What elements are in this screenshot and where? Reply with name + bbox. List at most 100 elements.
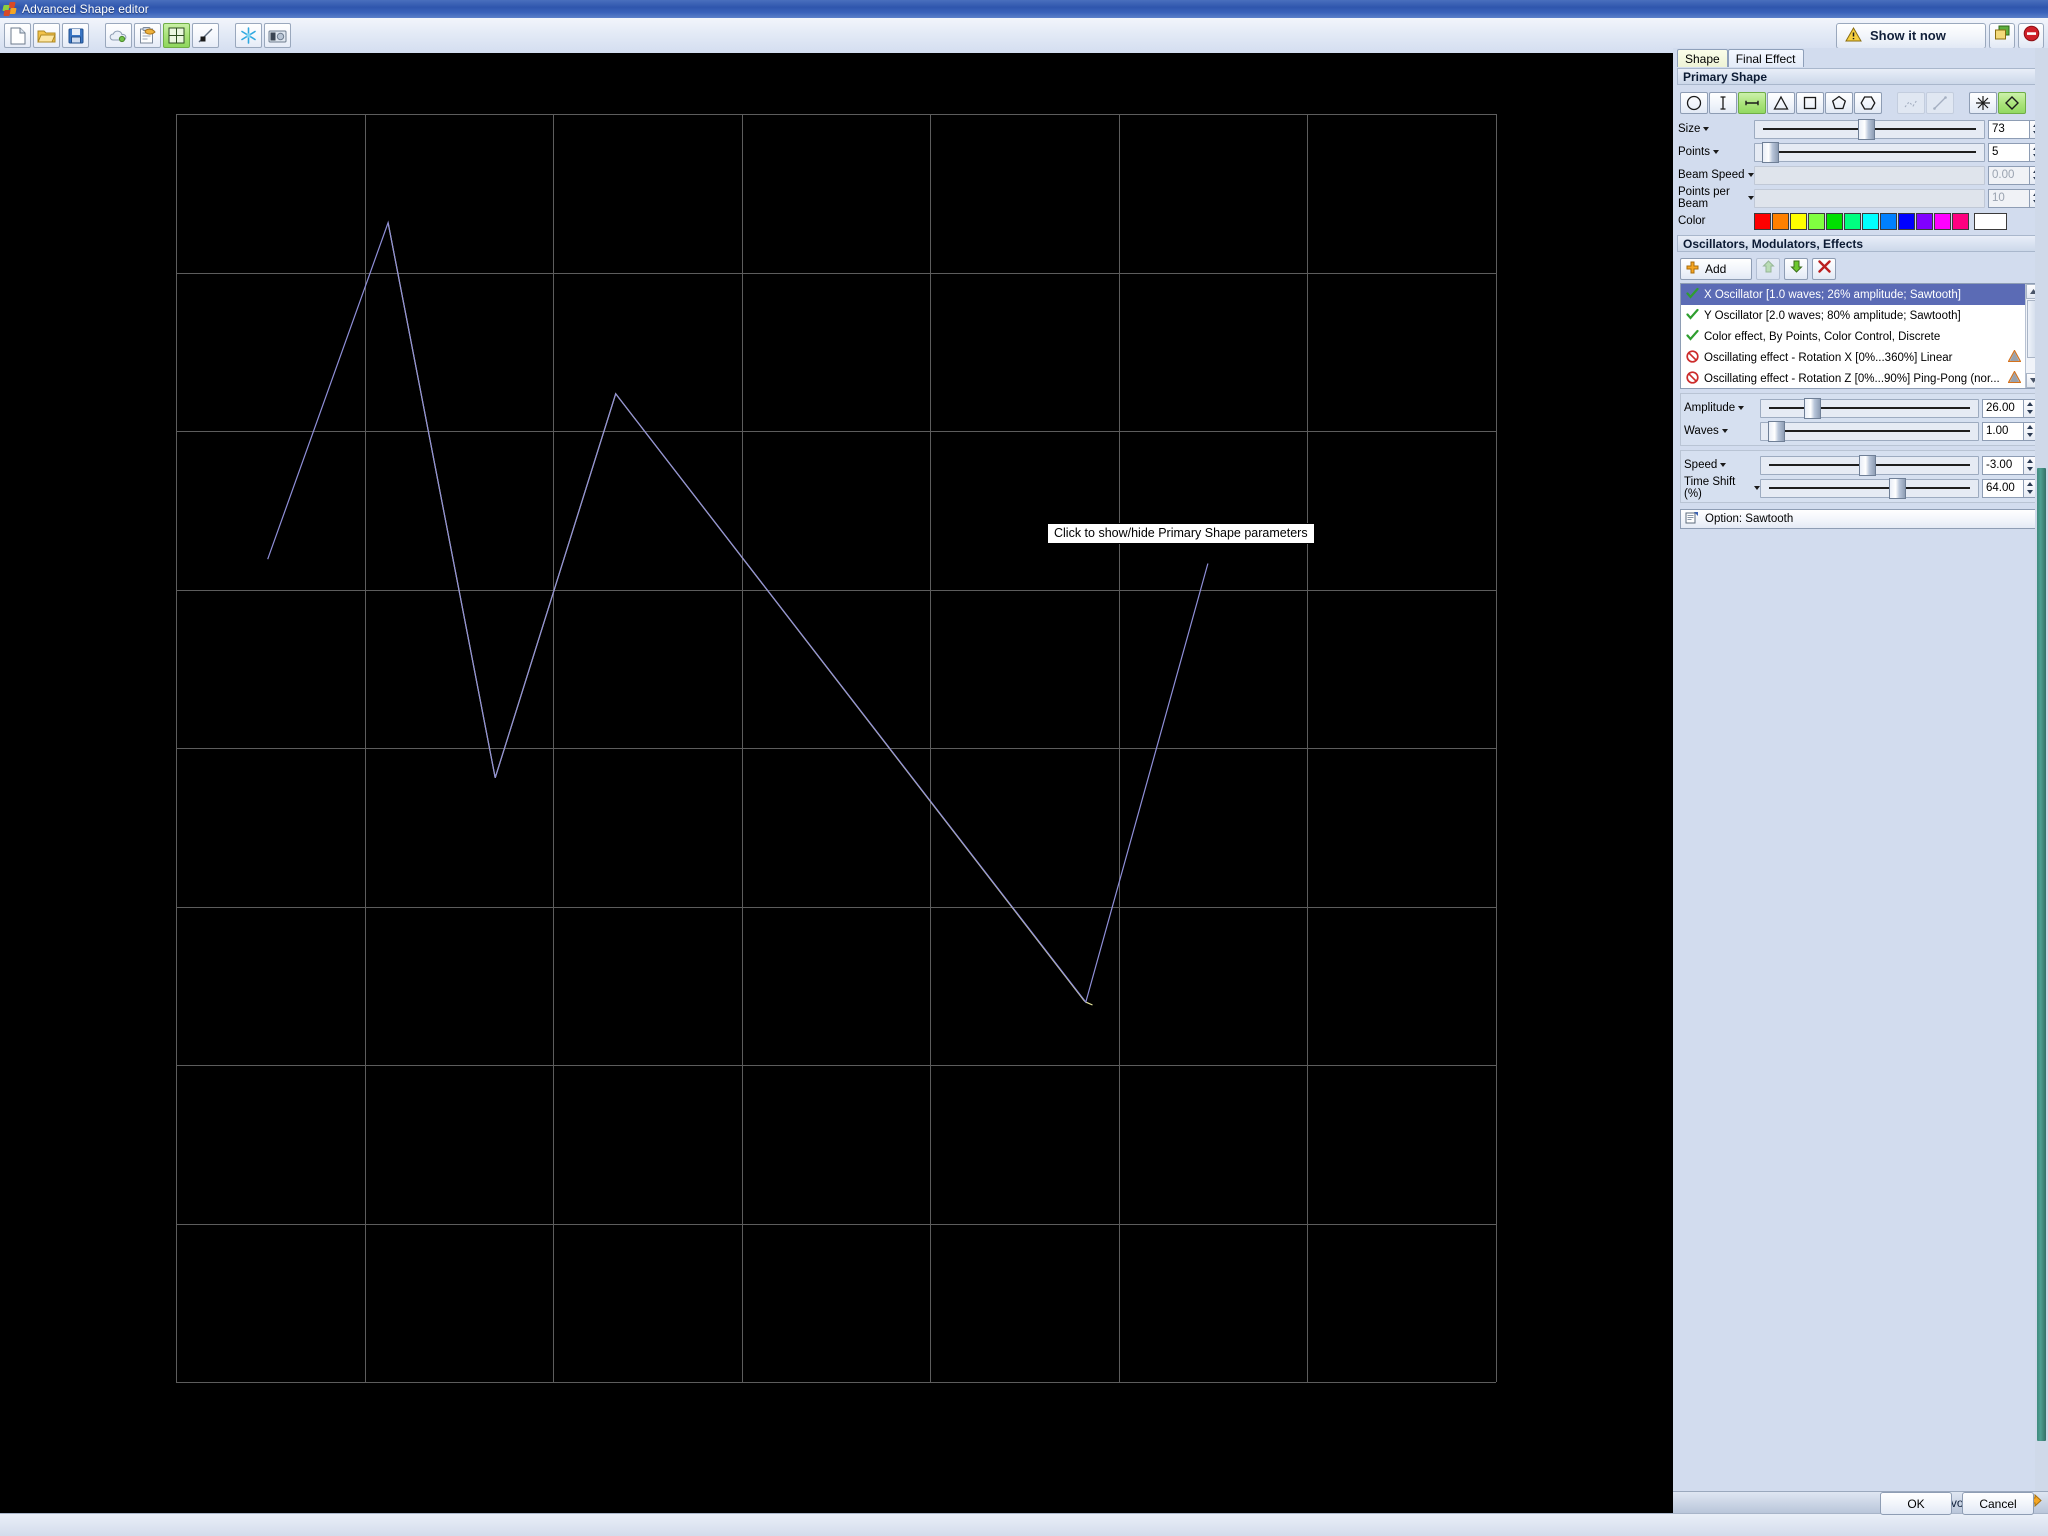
shape-circle-button[interactable] <box>1680 92 1708 114</box>
red-prohibited-icon[interactable] <box>1686 371 1699 387</box>
new-file-button[interactable] <box>4 23 31 48</box>
color-swatch[interactable] <box>1898 213 1915 230</box>
shape-param-points-per-beam-value-field: 10 <box>1988 189 2030 208</box>
color-swatch[interactable] <box>1808 213 1825 230</box>
effect-list-item-label: X Oscillator [1.0 waves; 26% amplitude; … <box>1704 289 1961 301</box>
shape-param-size-slider[interactable] <box>1754 120 1985 139</box>
stepper-up-icon[interactable] <box>2027 402 2033 406</box>
chevron-down-icon[interactable] <box>1720 463 1726 467</box>
osc-param-time-shift-value-field[interactable]: 64.00 <box>1982 479 2024 498</box>
effect-list-item[interactable]: Color effect, By Points, Color Control, … <box>1681 326 2025 347</box>
pointer-button[interactable] <box>192 23 219 48</box>
effect-list-item[interactable]: X Oscillator [1.0 waves; 26% amplitude; … <box>1681 284 2025 305</box>
stepper-down-icon[interactable] <box>2027 490 2033 494</box>
shape-triangle-button[interactable] <box>1767 92 1795 114</box>
restore-window-button[interactable] <box>1989 23 2015 49</box>
osc-param-time-shift-slider[interactable] <box>1760 479 1979 498</box>
tab-shape[interactable]: Shape <box>1677 49 1728 67</box>
slider-thumb[interactable] <box>1889 478 1906 499</box>
green-check-icon[interactable] <box>1686 308 1699 324</box>
osc-param-amplitude-slider[interactable] <box>1760 399 1979 418</box>
snowflake-button[interactable] <box>235 23 262 48</box>
slider-thumb[interactable] <box>1768 421 1785 442</box>
oscillator-parameter-group-2: Speed-3.00Time Shift (%)64.00 <box>1680 450 2041 503</box>
move-effect-up-button[interactable] <box>1756 258 1780 280</box>
grid-toggle-button[interactable] <box>163 23 190 48</box>
color-swatch[interactable] <box>1790 213 1807 230</box>
show-it-now-button[interactable]: Show it now <box>1836 23 1986 49</box>
color-swatch[interactable] <box>1934 213 1951 230</box>
osc-param-speed-slider[interactable] <box>1760 456 1979 475</box>
color-swatch[interactable] <box>1772 213 1789 230</box>
osc-param-waves-slider[interactable] <box>1760 422 1979 441</box>
open-file-button[interactable] <box>33 23 60 48</box>
color-swatch[interactable] <box>1754 213 1771 230</box>
slider-thumb[interactable] <box>1859 455 1876 476</box>
shape-diagonal-button <box>1926 92 1954 114</box>
slider-thumb[interactable] <box>1762 142 1779 163</box>
stepper-down-icon[interactable] <box>2027 410 2033 414</box>
effects-list[interactable]: X Oscillator [1.0 waves; 26% amplitude; … <box>1680 283 2041 389</box>
camera-button[interactable] <box>264 23 291 48</box>
cloud-button[interactable] <box>105 23 132 48</box>
color-swatch[interactable] <box>1826 213 1843 230</box>
tab-final-effect[interactable]: Final Effect <box>1728 49 1804 67</box>
red-prohibited-icon[interactable] <box>1686 350 1699 366</box>
cancel-button[interactable]: Cancel <box>1962 1492 2034 1515</box>
shape-star-burst-button[interactable] <box>1969 92 1997 114</box>
green-check-icon[interactable] <box>1686 329 1699 345</box>
shape-diamond-button[interactable] <box>1998 92 2026 114</box>
shape-param-points-value-field[interactable]: 5 <box>1988 143 2030 162</box>
effects-header[interactable]: Oscillators, Modulators, Effects <box>1677 235 2044 252</box>
slider-thumb[interactable] <box>1858 119 1875 140</box>
osc-param-amplitude-value-field[interactable]: 26.00 <box>1982 399 2024 418</box>
chevron-down-icon[interactable] <box>1703 127 1709 131</box>
green-check-icon[interactable] <box>1686 287 1699 303</box>
vertical-bar-icon <box>1714 94 1732 112</box>
delete-effect-button[interactable] <box>1812 258 1836 280</box>
chevron-down-icon[interactable] <box>1722 429 1728 433</box>
stepper-up-icon[interactable] <box>2027 459 2033 463</box>
color-swatch[interactable] <box>1952 213 1969 230</box>
shape-preview-canvas[interactable]: Click to show/hide Primary Shape paramet… <box>0 53 1673 1491</box>
slider-thumb[interactable] <box>1804 398 1821 419</box>
osc-param-speed-value-field[interactable]: -3.00 <box>1982 456 2024 475</box>
right-properties-panel: Shape Final Effect Primary Shape Size73P… <box>1673 48 2048 1491</box>
shape-param-points-slider[interactable] <box>1754 143 1985 162</box>
stepper-down-icon[interactable] <box>2027 467 2033 471</box>
effect-list-item[interactable]: Oscillating effect - Rotation Z [0%...90… <box>1681 368 2025 388</box>
shape-square-button[interactable] <box>1796 92 1824 114</box>
close-button[interactable] <box>2018 23 2044 49</box>
shape-param-size-value-field[interactable]: 73 <box>1988 120 2030 139</box>
chevron-down-icon[interactable] <box>1738 406 1744 410</box>
stepper-up-icon[interactable] <box>2027 425 2033 429</box>
shape-line-button[interactable] <box>1738 92 1766 114</box>
color-swatch[interactable] <box>1844 213 1861 230</box>
shape-point-button[interactable] <box>1709 92 1737 114</box>
stepper-down-icon[interactable] <box>2027 433 2033 437</box>
primary-shape-header[interactable]: Primary Shape <box>1677 68 2044 85</box>
color-swatch[interactable] <box>1916 213 1933 230</box>
move-effect-down-button[interactable] <box>1784 258 1808 280</box>
chevron-down-icon[interactable] <box>1713 150 1719 154</box>
add-effect-button[interactable]: Add <box>1680 258 1752 280</box>
stepper-up-icon[interactable] <box>2027 482 2033 486</box>
chevron-down-icon[interactable] <box>1748 173 1754 177</box>
option-sawtooth-button[interactable]: Option: Sawtooth <box>1680 509 2041 529</box>
effect-list-item[interactable]: Y Oscillator [2.0 waves; 80% amplitude; … <box>1681 305 2025 326</box>
color-swatch[interactable] <box>1862 213 1879 230</box>
shape-hexagon-button[interactable] <box>1854 92 1882 114</box>
osc-param-waves-value-field[interactable]: 1.00 <box>1982 422 2024 441</box>
panel-scroll-thumb[interactable] <box>2037 468 2046 1441</box>
dotted-polyline-icon <box>1902 94 1920 112</box>
effect-list-item[interactable]: Oscillating effect - Rotation X [0%...36… <box>1681 347 2025 368</box>
panel-vertical-scrollbar[interactable] <box>2035 48 2048 1491</box>
shape-pentagon-button[interactable] <box>1825 92 1853 114</box>
selected-color-swatch[interactable] <box>1974 213 2007 230</box>
save-file-button[interactable] <box>62 23 89 48</box>
clipboard-button[interactable] <box>134 23 161 48</box>
ok-button[interactable]: OK <box>1880 1492 1952 1515</box>
color-swatch[interactable] <box>1880 213 1897 230</box>
slider-track <box>1769 487 1970 489</box>
close-icon <box>2023 25 2040 47</box>
